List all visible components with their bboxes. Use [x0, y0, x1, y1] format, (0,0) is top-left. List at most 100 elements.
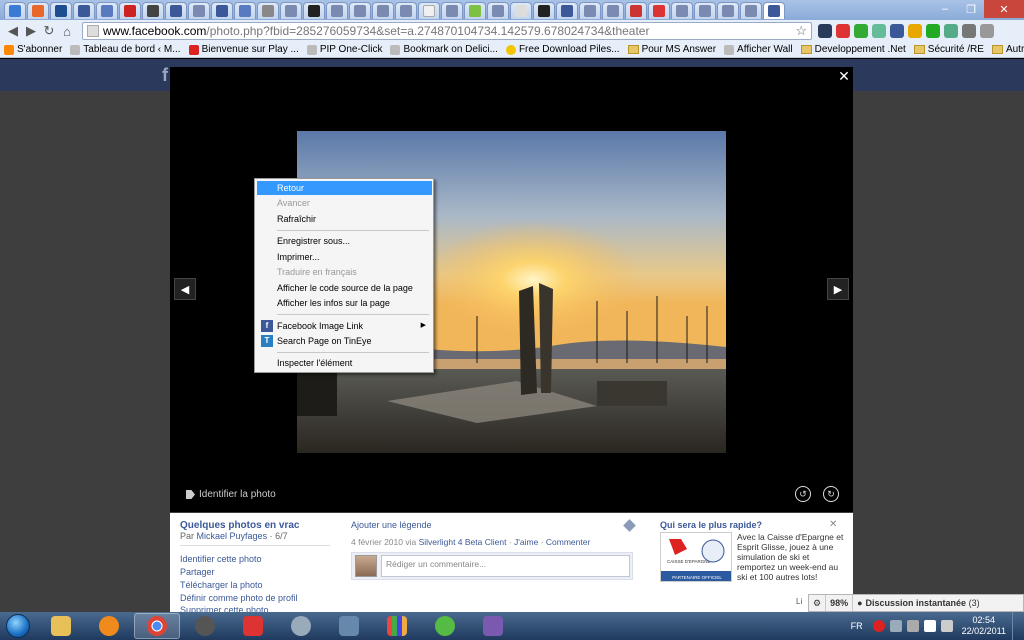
taskbar-app-visual-studio[interactable] [470, 613, 516, 639]
browser-tab[interactable] [579, 1, 601, 19]
rotate-right-icon[interactable]: ↻ [823, 486, 839, 502]
language-indicator[interactable]: FR [851, 621, 863, 631]
bookmark-folder[interactable]: Developpement .Net [797, 44, 910, 55]
back-icon[interactable]: ◀ [4, 22, 22, 40]
menu-item-back[interactable]: Retour [257, 181, 432, 195]
chat-availability[interactable]: 98% [826, 595, 854, 611]
tag-this-photo-link[interactable]: Identifier cette photo [180, 554, 262, 564]
menu-item-tineye[interactable]: T Search Page on TinEye [257, 334, 432, 348]
rotate-left-icon[interactable]: ↺ [795, 486, 811, 502]
maximize-button[interactable]: ❐ [958, 0, 984, 18]
taskbar-app-cd[interactable] [278, 613, 324, 639]
browser-tab[interactable] [303, 1, 325, 19]
browser-tab[interactable] [625, 1, 647, 19]
extension-icon[interactable] [836, 24, 850, 38]
next-photo-button[interactable]: ▶ [827, 278, 849, 300]
taskbar-app-red[interactable] [230, 613, 276, 639]
show-desktop-button[interactable] [1012, 612, 1024, 640]
extension-icon[interactable] [962, 24, 976, 38]
bookmark-item[interactable]: Tableau de bord ‹ M... [66, 44, 184, 55]
browser-tab[interactable] [395, 1, 417, 19]
tag-photo-link[interactable]: Identifier la photo [186, 489, 276, 500]
browser-tab[interactable] [487, 1, 509, 19]
forward-icon[interactable]: ▶ [22, 22, 40, 40]
bookmark-item[interactable]: Afficher Wall [720, 44, 797, 55]
chat-settings-button[interactable]: ⚙ [809, 595, 827, 611]
taskbar-app-owl[interactable] [182, 613, 228, 639]
menu-item-view-source[interactable]: Afficher le code source de la page [257, 281, 432, 295]
like-link[interactable]: J'aime [514, 537, 538, 547]
browser-tab[interactable] [418, 1, 440, 19]
browser-tab[interactable] [211, 1, 233, 19]
taskbar-app-tool[interactable] [326, 613, 372, 639]
menu-item-print[interactable]: Imprimer... [257, 250, 432, 264]
ad-image[interactable]: CAISSE D'EPARGNE PARTENAIRE OFFICIEL [660, 532, 732, 582]
browser-tab[interactable] [188, 1, 210, 19]
add-caption-link[interactable]: Ajouter une légende [351, 520, 432, 530]
bookmark-item[interactable]: Free Download Piles... [502, 44, 624, 55]
bookmark-item[interactable]: Bookmark on Delici... [386, 44, 501, 55]
tray-arrow-icon[interactable] [889, 620, 902, 632]
browser-tab[interactable] [73, 1, 95, 19]
comment-input[interactable]: Rédiger un commentaire... [381, 555, 630, 577]
ad-close-icon[interactable]: ✕ [829, 519, 837, 530]
minimize-button[interactable]: – [932, 0, 958, 18]
extension-icon[interactable] [872, 24, 886, 38]
browser-tab[interactable] [556, 1, 578, 19]
taskbar-app-messenger[interactable] [422, 613, 468, 639]
browser-tab-active[interactable] [763, 1, 785, 19]
bookmark-folder[interactable]: Sécurité /RE [910, 44, 988, 55]
tray-app-icon[interactable] [872, 620, 885, 632]
author-link[interactable]: Mickael Puyfages [197, 531, 268, 541]
menu-item-inspect[interactable]: Inspecter l'élément [257, 356, 432, 370]
browser-tab[interactable] [441, 1, 463, 19]
browser-tab[interactable] [326, 1, 348, 19]
extension-icon[interactable] [944, 24, 958, 38]
extension-icon[interactable] [908, 24, 922, 38]
album-title-link[interactable]: Quelques photos en vrac [180, 520, 299, 531]
flag-icon[interactable] [923, 620, 936, 632]
start-button[interactable] [0, 612, 36, 640]
home-icon[interactable]: ⌂ [58, 22, 76, 40]
browser-tab[interactable] [740, 1, 762, 19]
set-profile-photo-link[interactable]: Définir comme photo de profil [180, 593, 298, 603]
menu-item-facebook-image-link[interactable]: f Facebook Image Link ▶ [257, 319, 432, 333]
theater-close-icon[interactable]: ✕ [836, 68, 852, 84]
browser-tab[interactable] [349, 1, 371, 19]
browser-tab[interactable] [165, 1, 187, 19]
download-photo-link[interactable]: Télécharger la photo [180, 580, 263, 590]
browser-tab[interactable] [464, 1, 486, 19]
window-close-button[interactable]: ✕ [984, 0, 1024, 18]
browser-tab[interactable] [4, 1, 26, 19]
volume-icon[interactable] [940, 620, 953, 632]
reload-icon[interactable]: ↻ [40, 22, 58, 40]
comment-link[interactable]: Commenter [546, 537, 590, 547]
menu-item-save-as[interactable]: Enregistrer sous... [257, 234, 432, 248]
browser-tab[interactable] [119, 1, 141, 19]
browser-tab[interactable] [671, 1, 693, 19]
network-icon[interactable] [906, 620, 919, 632]
bookmark-star-icon[interactable]: ☆ [795, 23, 807, 39]
extension-icon[interactable] [890, 24, 904, 38]
chat-toggle-button[interactable]: ● Discussion instantanée (3) [853, 595, 983, 611]
taskbar-app-chart[interactable] [374, 613, 420, 639]
browser-tab[interactable] [142, 1, 164, 19]
browser-tab[interactable] [602, 1, 624, 19]
browser-tab[interactable] [50, 1, 72, 19]
browser-tab[interactable] [648, 1, 670, 19]
extension-icon[interactable] [926, 24, 940, 38]
extension-icon[interactable] [854, 24, 868, 38]
browser-tab[interactable] [510, 1, 532, 19]
bookmark-item[interactable]: S'abonner [0, 44, 66, 55]
bookmark-item[interactable]: PIP One-Click [303, 44, 387, 55]
taskbar-app-explorer[interactable] [38, 613, 84, 639]
clock[interactable]: 02:54 22/02/2011 [962, 615, 1006, 637]
browser-tab[interactable] [372, 1, 394, 19]
taskbar-app-chrome[interactable] [134, 613, 180, 639]
wrench-icon[interactable] [980, 24, 994, 38]
menu-item-page-info[interactable]: Afficher les infos sur la page [257, 296, 432, 310]
delete-photo-link[interactable]: Supprimer cette photo [180, 605, 269, 612]
browser-tab[interactable] [234, 1, 256, 19]
browser-tab[interactable] [257, 1, 279, 19]
address-bar[interactable]: www.facebook.com/photo.php?fbid=28527605… [82, 22, 812, 40]
